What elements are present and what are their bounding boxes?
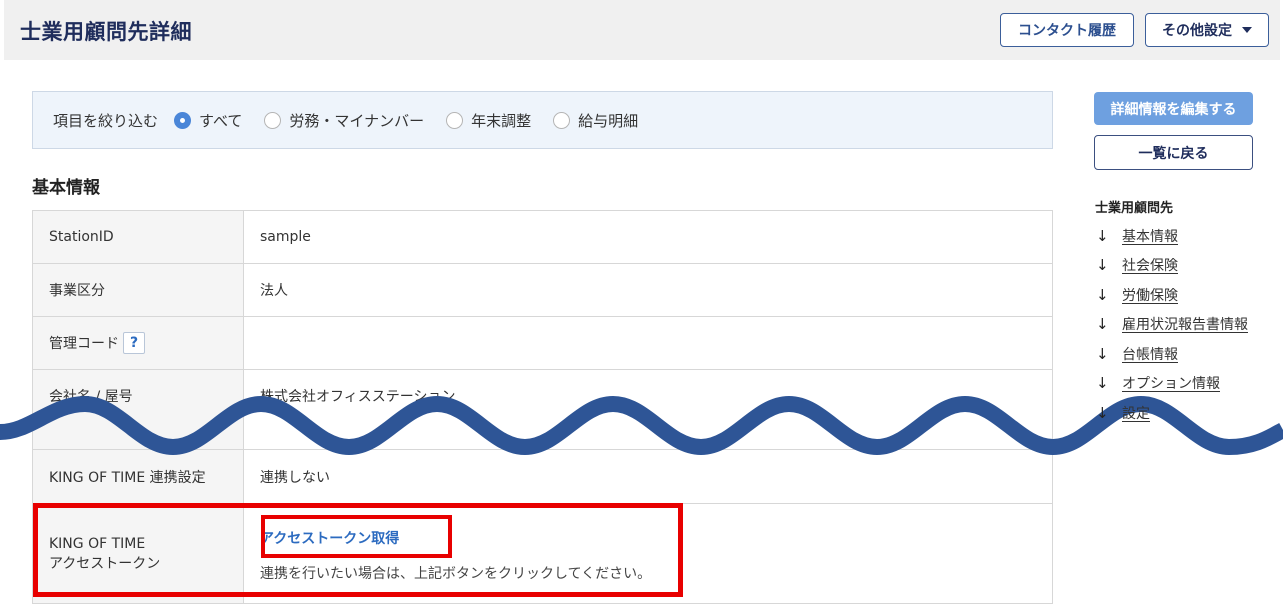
table-row: 事業区分 法人	[32, 264, 1053, 317]
row-label: 会社名 / 屋号	[33, 370, 244, 449]
contact-history-button[interactable]: コンタクト履歴	[1000, 13, 1134, 47]
arrow-down-icon: ↓	[1096, 286, 1109, 304]
row-label: KING OF TIME 連携設定	[33, 450, 244, 503]
toc-item-labor-insurance[interactable]: ↓ 労働保険	[1096, 285, 1178, 305]
arrow-down-icon: ↓	[1096, 374, 1109, 392]
get-access-token-link[interactable]: アクセストークン取得	[260, 525, 399, 551]
row-label: 管理コード	[49, 336, 119, 352]
filter-option-label: 労務・マイナンバー	[289, 111, 425, 130]
toc-item-settings[interactable]: ↓ 設定	[1096, 403, 1150, 423]
filter-option-all[interactable]: すべて	[174, 110, 242, 131]
arrow-down-icon: ↓	[1096, 345, 1109, 363]
filter-option-year-end[interactable]: 年末調整	[446, 110, 531, 131]
toc-item-basic-info[interactable]: ↓ 基本情報	[1096, 226, 1178, 246]
row-value: 法人	[260, 283, 288, 299]
row-value: 株式会社オフィスステーション	[260, 389, 456, 405]
toc-item-label: 基本情報	[1122, 229, 1178, 245]
toc-item-employment-report[interactable]: ↓ 雇用状況報告書情報	[1096, 314, 1248, 334]
table-row: KING OF TIME 連携設定 連携しない	[32, 450, 1053, 504]
row-value	[244, 317, 1052, 369]
arrow-down-icon: ↓	[1096, 256, 1109, 274]
toc-item-label: 台帳情報	[1122, 347, 1178, 363]
filter-option-label: 年末調整	[471, 111, 532, 130]
arrow-down-icon: ↓	[1096, 315, 1109, 333]
back-to-list-button[interactable]: 一覧に戻る	[1094, 135, 1253, 170]
toc-item-label: 労働保険	[1122, 288, 1178, 304]
toc-item-options[interactable]: ↓ オプション情報	[1096, 373, 1220, 393]
toc-item-social-insurance[interactable]: ↓ 社会保険	[1096, 255, 1178, 275]
radio-button-checked[interactable]	[174, 111, 192, 129]
row-label-line1: KING OF TIME	[49, 535, 146, 552]
row-label: KING OF TIME アクセストークン	[33, 504, 244, 603]
token-note: 連携を行いたい場合は、上記ボタンをクリックしてください。	[260, 565, 652, 582]
filter-option-label: 給与明細	[578, 111, 639, 130]
toc-item-label: 設定	[1122, 406, 1150, 422]
page-title: 士業用顧問先詳細	[20, 20, 192, 44]
radio-button[interactable]	[553, 111, 571, 129]
filter-option-label: すべて	[199, 111, 243, 130]
section-title-basic-info: 基本情報	[32, 178, 100, 198]
row-value: sample	[260, 229, 311, 245]
row-label: StationID	[33, 211, 244, 263]
table-row: 会社名 / 屋号 株式会社オフィスステーション	[32, 370, 1053, 450]
row-value: アクセストークン取得 連携を行いたい場合は、上記ボタンをクリックしてください。	[244, 504, 1052, 603]
basic-info-table: StationID sample 事業区分 法人 管理コード ? 会社名 / 屋…	[32, 210, 1053, 604]
filter-option-payslip[interactable]: 給与明細	[553, 110, 638, 131]
row-label-line2: アクセストークン	[49, 555, 161, 572]
chevron-down-icon	[1242, 27, 1252, 33]
filter-label: 項目を絞り込む	[53, 111, 159, 130]
toc-item-ledger[interactable]: ↓ 台帳情報	[1096, 344, 1178, 364]
filter-option-labor-mynumber[interactable]: 労務・マイナンバー	[264, 110, 424, 131]
filter-bar: 項目を絞り込む すべて 労務・マイナンバー 年末調整 給与明細	[32, 91, 1053, 149]
arrow-down-icon: ↓	[1096, 227, 1109, 245]
row-label-cell: 管理コード ?	[33, 317, 244, 369]
table-row: StationID sample	[32, 211, 1053, 264]
other-settings-label: その他設定	[1162, 23, 1232, 39]
radio-button[interactable]	[446, 111, 464, 129]
arrow-down-icon: ↓	[1096, 404, 1109, 422]
other-settings-button[interactable]: その他設定	[1145, 13, 1269, 47]
help-icon[interactable]: ?	[123, 332, 145, 354]
toc-item-label: 社会保険	[1122, 258, 1178, 274]
row-value: 連携しない	[260, 469, 330, 486]
table-row: 管理コード ?	[32, 317, 1053, 370]
toc-item-label: 雇用状況報告書情報	[1122, 317, 1248, 333]
radio-button[interactable]	[264, 111, 282, 129]
toc-item-label: オプション情報	[1122, 376, 1220, 392]
edit-details-button[interactable]: 詳細情報を編集する	[1094, 92, 1253, 125]
row-label: 事業区分	[33, 264, 244, 316]
table-row-access-token: KING OF TIME アクセストークン アクセストークン取得 連携を行いたい…	[32, 504, 1053, 604]
page-header: 士業用顧問先詳細 コンタクト履歴 その他設定	[4, 0, 1280, 60]
toc-title: 士業用顧問先	[1095, 201, 1174, 216]
